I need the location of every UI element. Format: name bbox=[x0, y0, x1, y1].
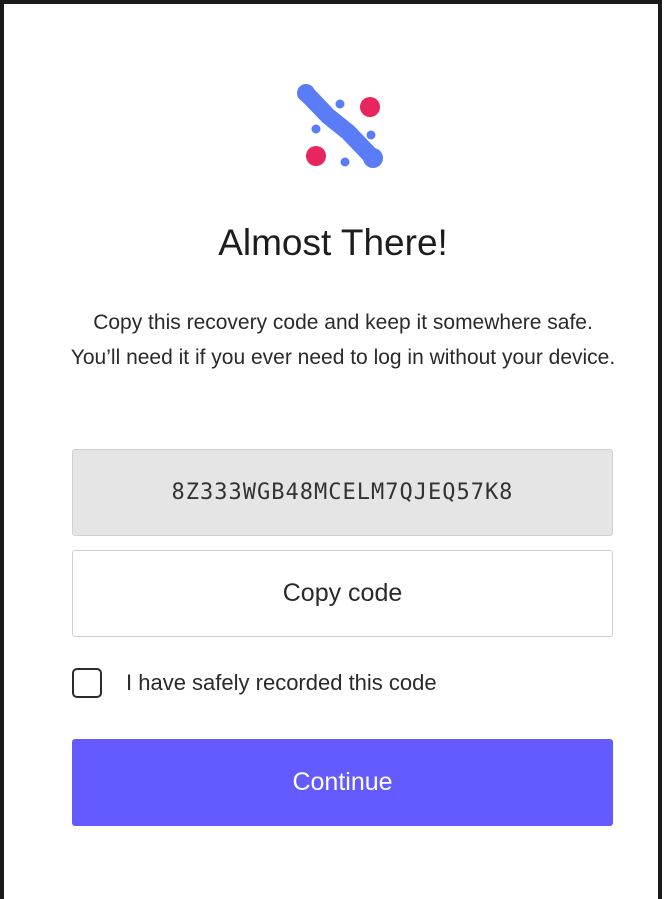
recorded-checkbox-label[interactable]: I have safely recorded this code bbox=[126, 670, 437, 696]
instructions-text: Copy this recovery code and keep it some… bbox=[70, 311, 616, 369]
page-title: Almost There! bbox=[218, 222, 448, 263]
continue-button[interactable]: Continue bbox=[72, 739, 613, 826]
network-nodes-logo-icon bbox=[293, 84, 393, 179]
copy-code-button[interactable]: Copy code bbox=[72, 550, 613, 637]
confirm-row[interactable]: I have safely recorded this code bbox=[72, 666, 437, 700]
recorded-checkbox[interactable] bbox=[72, 668, 102, 698]
recovery-code-field[interactable]: 8Z333WGB48MCELM7QJEQ57K8 bbox=[72, 449, 613, 536]
